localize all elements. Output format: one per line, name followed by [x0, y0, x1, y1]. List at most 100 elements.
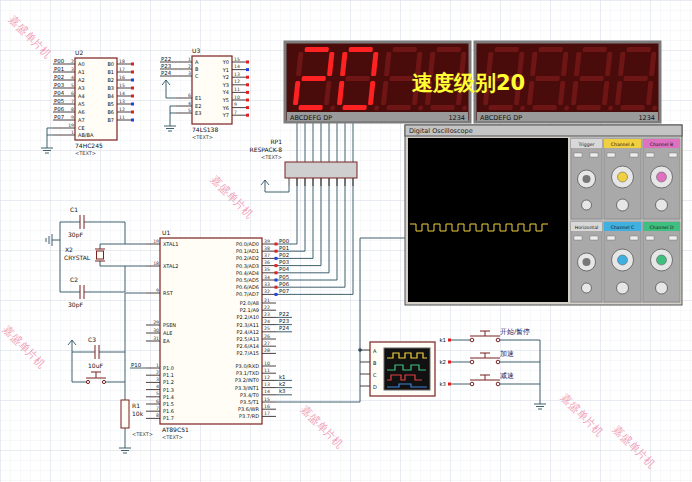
- svg-text:Y2: Y2: [222, 74, 229, 80]
- u3-pin: 7Y7: [222, 110, 249, 119]
- knob-icon[interactable]: [578, 253, 596, 271]
- svg-text:28: 28: [264, 348, 270, 353]
- c1-capacitor[interactable]: C130pF: [68, 206, 84, 239]
- svg-text:A7: A7: [78, 117, 85, 123]
- svg-text:3: 3: [71, 67, 74, 72]
- svg-text:Y4: Y4: [222, 89, 229, 95]
- c2-capacitor[interactable]: C230pF: [68, 276, 84, 309]
- knob-icon[interactable]: [656, 199, 668, 211]
- svg-text:E3: E3: [195, 110, 201, 116]
- knob-icon[interactable]: [612, 166, 634, 188]
- knob-icon[interactable]: [582, 200, 592, 210]
- knob-icon[interactable]: [582, 283, 592, 293]
- x2-crystal[interactable]: X2CRYSTAL: [64, 246, 105, 261]
- u1-pin: 1P1.0P10: [131, 362, 174, 372]
- knob-icon[interactable]: [656, 282, 668, 294]
- svg-text:<TEXT>: <TEXT>: [192, 134, 213, 140]
- svg-text:27: 27: [264, 341, 270, 346]
- logic-state-marker: [246, 91, 249, 94]
- logic-state-marker: [131, 63, 134, 66]
- svg-text:P2.7/A15: P2.7/A15: [237, 350, 259, 356]
- wire: [47, 128, 53, 142]
- svg-text:Channel A: Channel A: [611, 142, 635, 147]
- u1-pin: 30ALE: [146, 328, 172, 337]
- push-button[interactable]: k2加速: [439, 350, 540, 365]
- svg-text:XTAL1: XTAL1: [163, 241, 178, 247]
- knob-icon[interactable]: [617, 282, 629, 294]
- svg-text:P22: P22: [161, 56, 171, 62]
- knob-icon[interactable]: [651, 249, 673, 271]
- svg-text:1: 1: [156, 363, 159, 368]
- svg-text:<TEXT>: <TEXT>: [132, 431, 153, 437]
- u2-chip[interactable]: U274HC245<TEXT>P002A0P013A1P024A2P035A3P…: [53, 49, 134, 156]
- u1-pin: 22P2.1/A9: [240, 305, 276, 314]
- svg-text:B6: B6: [107, 109, 114, 115]
- watermark: 嘉盛单片机: [610, 423, 658, 471]
- svg-text:18: 18: [153, 261, 159, 266]
- svg-text:A2: A2: [78, 77, 85, 83]
- svg-text:P3.2/INT0: P3.2/INT0: [235, 377, 259, 383]
- svg-text:P01: P01: [54, 66, 64, 72]
- u3-pin: 5E3: [176, 108, 201, 117]
- u1-pin: 6P1.5: [146, 399, 174, 408]
- digit: [336, 47, 385, 111]
- push-button[interactable]: k1开始/暂停: [439, 328, 540, 343]
- logic-state-marker: [246, 114, 249, 117]
- r1-resistor[interactable]: R110k<TEXT>: [121, 400, 153, 437]
- svg-text:RST: RST: [163, 290, 174, 296]
- watermark: 嘉盛单片机: [208, 173, 256, 221]
- u1-pin: 9RST: [146, 288, 174, 297]
- logic-analyzer-input: A: [360, 348, 377, 354]
- u3-chip[interactable]: U374LS138<TEXT>P221AP232BP243C6E14E25E31…: [160, 47, 249, 140]
- c3-capacitor[interactable]: C310uF: [88, 336, 103, 369]
- svg-text:A: A: [373, 348, 377, 354]
- reset-button[interactable]: [86, 372, 106, 384]
- svg-text:P2.1/A9: P2.1/A9: [240, 307, 259, 313]
- rp1-resistor-pack[interactable]: RP1RESPACK-8<TEXT>: [250, 138, 357, 186]
- svg-text:P02: P02: [54, 74, 64, 80]
- oscilloscope-window[interactable]: Digital OscilloscopeTriggerHorizontalCha…: [405, 125, 682, 305]
- watermark: 嘉盛单片机: [558, 391, 606, 439]
- u1-pin: 5P1.4: [146, 391, 174, 400]
- scope-channel: Channel C: [604, 222, 641, 302]
- scope-screen: [408, 138, 568, 302]
- u1-microcontroller[interactable]: U1AT89C51<TEXT>19XTAL118XTAL29RST29PSEN3…: [131, 229, 292, 440]
- svg-text:P0.5/AD5: P0.5/AD5: [236, 277, 259, 283]
- logic-state-marker: [131, 111, 134, 114]
- scope-section: Horizontal: [571, 222, 602, 302]
- power-icon: [68, 340, 76, 348]
- svg-text:32: 32: [264, 289, 270, 294]
- svg-text:10: 10: [264, 361, 270, 366]
- push-button[interactable]: k3减速: [439, 372, 540, 387]
- svg-text:k1: k1: [439, 337, 446, 343]
- svg-text:X2: X2: [65, 246, 73, 253]
- svg-text:B2: B2: [107, 77, 114, 83]
- knob-icon[interactable]: [612, 249, 634, 271]
- knob-icon[interactable]: [617, 199, 629, 211]
- svg-text:9: 9: [234, 102, 237, 107]
- svg-text:33: 33: [264, 282, 270, 287]
- svg-text:B: B: [373, 360, 377, 366]
- logic-analyzer[interactable]: ABCD: [360, 342, 435, 396]
- svg-text:P06: P06: [279, 281, 290, 287]
- logic-state-marker: [246, 68, 249, 71]
- knob-icon[interactable]: [578, 170, 596, 188]
- svg-text:U1: U1: [162, 229, 170, 236]
- u1-pin: 15P3.5/T1: [240, 397, 276, 406]
- svg-text:A5: A5: [78, 101, 85, 107]
- svg-text:16: 16: [264, 404, 270, 409]
- title-bar[interactable]: [405, 125, 682, 136]
- logic-analyzer-input: B: [360, 360, 377, 366]
- knob-icon[interactable]: [651, 166, 673, 188]
- svg-text:A6: A6: [78, 109, 85, 115]
- logic-state-marker: [246, 61, 249, 64]
- svg-text:P06: P06: [54, 106, 65, 112]
- svg-text:k2: k2: [439, 359, 446, 365]
- svg-text:PSEN: PSEN: [163, 322, 176, 328]
- u1-pin: 21P2.0/A8: [240, 298, 276, 307]
- svg-text:26: 26: [264, 334, 270, 339]
- svg-text:AT89C51: AT89C51: [162, 426, 189, 433]
- logic-analyzer-input: C: [360, 372, 377, 378]
- u1-pin: 16P3.6/WR: [238, 404, 276, 413]
- svg-text:P05: P05: [54, 98, 64, 104]
